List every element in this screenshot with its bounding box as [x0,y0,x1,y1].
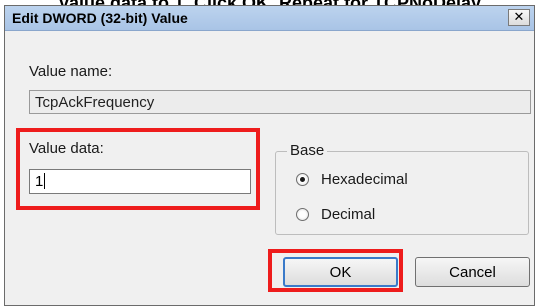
radio-decimal-label: Decimal [321,206,376,223]
dialog-title: Edit DWORD (32-bit) Value [12,10,188,26]
value-name-field: TcpAckFrequency [29,90,531,114]
cancel-button-label: Cancel [449,263,496,281]
base-groupbox: Base Hexadecimal Decimal [275,142,529,235]
radio-decimal[interactable]: Decimal [296,206,375,223]
radio-checked-icon [296,173,309,186]
radio-unchecked-icon [296,208,309,221]
value-name-label: Value name: [29,63,113,80]
value-data-highlight [16,128,260,210]
value-name-text: TcpAckFrequency [35,94,155,111]
base-legend: Base [287,142,328,159]
title-bar[interactable]: Edit DWORD (32-bit) Value ✕ [5,6,534,31]
radio-hexadecimal[interactable]: Hexadecimal [296,171,408,188]
close-icon: ✕ [513,10,525,25]
cancel-button[interactable]: Cancel [415,257,530,287]
radio-hexadecimal-label: Hexadecimal [321,171,408,188]
ok-button-highlight [268,249,403,292]
close-button[interactable]: ✕ [508,9,530,26]
